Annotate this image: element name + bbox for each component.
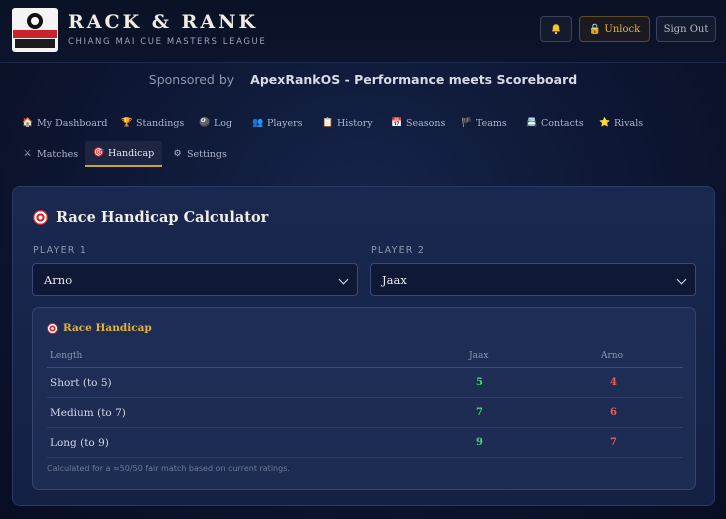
player2-value: Jaax xyxy=(382,272,407,287)
tab-seasons[interactable]: 📅 Seasons xyxy=(383,110,453,136)
sponsor-prefix: Sponsored by xyxy=(148,72,235,87)
tab-teams[interactable]: 🏴 Teams xyxy=(453,110,515,136)
handicap-calculator-card: Race Handicap Calculator PLAYER 1 PLAYER… xyxy=(12,186,715,506)
target-icon: 🎯 xyxy=(93,148,105,158)
tab-players[interactable]: 👥 Players xyxy=(244,110,311,136)
tab-settings[interactable]: ⚙ Settings xyxy=(164,141,235,167)
flag-icon: 🏴 xyxy=(461,118,473,128)
star-icon: ⭐ xyxy=(599,118,611,128)
player2-select[interactable]: Jaax xyxy=(370,263,696,296)
player2-label: PLAYER 2 xyxy=(371,245,426,256)
arno-race: 7 xyxy=(610,437,617,448)
bell-icon xyxy=(551,24,561,35)
sponsor-banner: Sponsored by ApexRankOS - Performance me… xyxy=(0,72,726,87)
sign-out-button[interactable]: Sign Out xyxy=(656,16,716,42)
table-row: Medium (to 7) 7 6 xyxy=(47,398,683,428)
contact-card-icon: 📇 xyxy=(526,118,538,128)
home-icon: 🏠 xyxy=(22,118,34,128)
race-length: Long (to 9) xyxy=(50,437,109,449)
calculator-title: Race Handicap Calculator xyxy=(33,209,268,226)
race-length: Short (to 5) xyxy=(50,377,112,389)
users-icon: 👥 xyxy=(252,118,264,128)
race-length: Medium (to 7) xyxy=(50,407,126,419)
player1-label: PLAYER 1 xyxy=(33,245,88,256)
tab-standings[interactable]: 🏆 Standings xyxy=(113,110,192,136)
column-header-jaax: Jaax xyxy=(469,351,489,361)
trophy-icon: 🏆 xyxy=(121,118,133,128)
tab-contacts[interactable]: 📇 Contacts xyxy=(518,110,592,136)
league-logo xyxy=(12,8,58,52)
app-subtitle: CHIANG MAI CUE MASTERS LEAGUE xyxy=(68,37,267,47)
target-icon xyxy=(47,322,58,334)
calculation-note: Calculated for a ≈50/50 fair match based… xyxy=(47,464,290,473)
player1-select[interactable]: Arno xyxy=(32,263,358,296)
clipboard-icon: 📋 xyxy=(322,118,334,128)
tab-my-dashboard[interactable]: 🏠 My Dashboard xyxy=(14,110,115,136)
chevron-down-icon xyxy=(676,274,687,285)
notifications-button[interactable] xyxy=(540,16,572,42)
tab-handicap[interactable]: 🎯 Handicap xyxy=(85,141,163,167)
app-title: RACK & RANK xyxy=(68,11,258,33)
nav-row-2: ⚔ Matches 🎯 Handicap ⚙ Settings xyxy=(14,141,714,167)
jaax-race: 5 xyxy=(476,377,483,388)
column-header-arno: Arno xyxy=(601,351,624,361)
crossed-swords-icon: ⚔ xyxy=(23,149,32,159)
sponsor-name: ApexRankOS - Performance meets Scoreboar… xyxy=(250,72,578,87)
app-header: RACK & RANK CHIANG MAI CUE MASTERS LEAGU… xyxy=(0,0,726,63)
column-header-length: Length xyxy=(50,351,83,361)
gear-icon: ⚙ xyxy=(173,149,182,159)
tab-matches[interactable]: ⚔ Matches xyxy=(14,141,86,167)
tab-history[interactable]: 📋 History xyxy=(314,110,381,136)
eight-ball-icon xyxy=(27,13,43,29)
jaax-race: 7 xyxy=(476,407,483,418)
nav-row-1: 🏠 My Dashboard 🏆 Standings 🎱 Log 👥 Players 📋… xyxy=(14,110,714,136)
target-icon xyxy=(33,210,48,225)
race-handicap-title: Race Handicap xyxy=(47,322,152,334)
table-header: Length Jaax Arno xyxy=(47,348,683,368)
eight-ball-icon: 🎱 xyxy=(199,118,211,128)
arno-race: 6 xyxy=(610,407,617,418)
chevron-down-icon xyxy=(338,274,349,285)
player1-value: Arno xyxy=(44,272,73,287)
arno-race: 4 xyxy=(610,377,617,388)
table-row: Long (to 9) 9 7 xyxy=(47,428,683,458)
table-row: Short (to 5) 5 4 xyxy=(47,368,683,398)
calendar-icon: 📅 xyxy=(391,118,403,128)
unlock-button[interactable]: 🔒 Unlock xyxy=(579,16,650,42)
jaax-race: 9 xyxy=(476,437,483,448)
tab-rivals[interactable]: ⭐ Rivals xyxy=(591,110,651,136)
race-handicap-panel: Race Handicap Length Jaax Arno Short (to… xyxy=(32,307,696,490)
tab-log[interactable]: 🎱 Log xyxy=(191,110,240,136)
